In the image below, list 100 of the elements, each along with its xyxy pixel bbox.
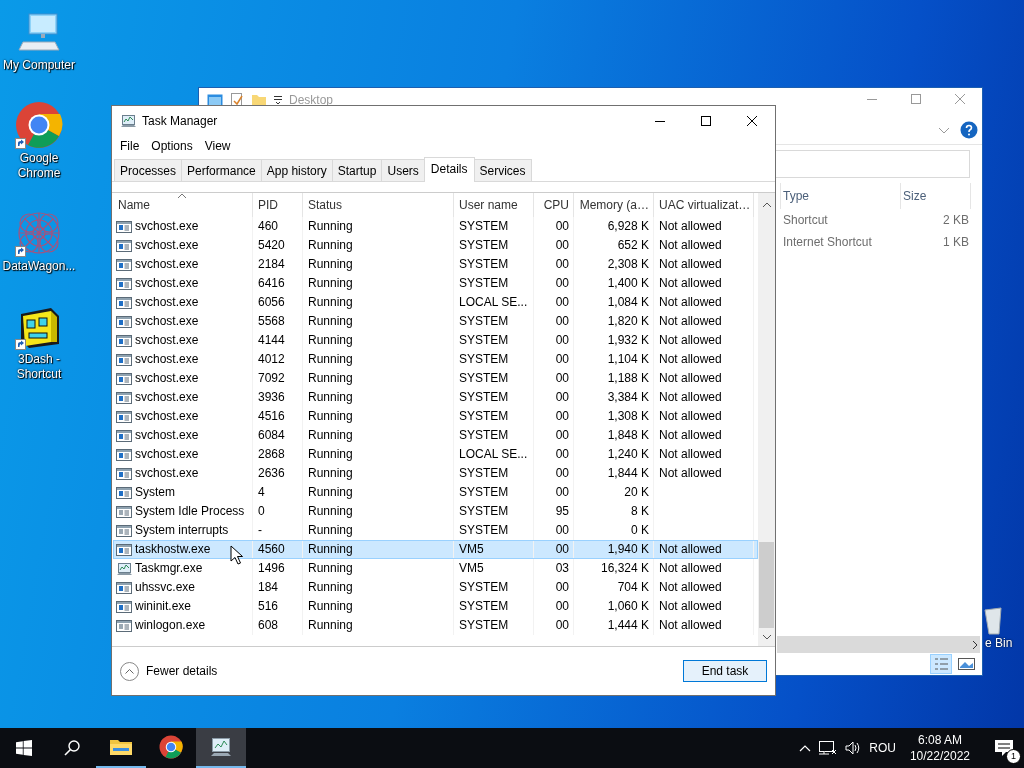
column-header[interactable]: UAC virtualizat… bbox=[654, 193, 754, 217]
process-row[interactable]: System 4 Running SYSTEM 00 20 K bbox=[113, 483, 759, 502]
table-cell: 00 bbox=[534, 616, 574, 635]
process-row[interactable]: svchost.exe 2184 Running SYSTEM 00 2,308 K Not allowed bbox=[113, 255, 759, 274]
network-icon[interactable] bbox=[819, 740, 838, 756]
table-cell: 4012 bbox=[253, 350, 303, 369]
fewer-details-link[interactable]: Fewer details bbox=[146, 664, 218, 678]
table-cell: Running bbox=[303, 331, 454, 350]
help-icon[interactable] bbox=[960, 121, 978, 139]
table-cell: 00 bbox=[534, 483, 574, 502]
process-row[interactable]: svchost.exe 6416 Running SYSTEM 00 1,400 K Not allowed bbox=[113, 274, 759, 293]
table-cell: Not allowed bbox=[654, 445, 754, 464]
table-cell: 6084 bbox=[253, 426, 303, 445]
process-row[interactable]: svchost.exe 6084 Running SYSTEM 00 1,848 K Not allowed bbox=[113, 426, 759, 445]
tab[interactable]: Services bbox=[473, 159, 532, 181]
process-row[interactable]: svchost.exe 6056 Running LOCAL SE... 00 1,084 K Not allowed bbox=[113, 293, 759, 312]
column-header[interactable]: Name bbox=[113, 193, 253, 217]
table-cell: 4560 bbox=[253, 540, 303, 559]
table-cell: 3936 bbox=[253, 388, 303, 407]
notification-icon[interactable] bbox=[994, 739, 1014, 757]
tab[interactable]: Processes bbox=[114, 159, 183, 181]
table-cell: Not allowed bbox=[654, 350, 754, 369]
table-cell: Running bbox=[303, 369, 454, 388]
process-row[interactable]: wininit.exe 516 Running SYSTEM 00 1,060 K Not allowed bbox=[113, 597, 759, 616]
table-cell: 3,384 K bbox=[574, 388, 654, 407]
table-cell: VM5 bbox=[454, 559, 534, 578]
process-row[interactable]: svchost.exe 5420 Running SYSTEM 00 652 K Not allowed bbox=[113, 236, 759, 255]
scroll-thumb[interactable] bbox=[759, 542, 774, 628]
end-task-button[interactable]: End task bbox=[683, 660, 767, 682]
column-header[interactable]: User name bbox=[454, 193, 534, 217]
process-row[interactable]: uhssvc.exe 184 Running SYSTEM 00 704 K Not allowed bbox=[113, 578, 759, 597]
process-name: svchost.exe bbox=[135, 294, 199, 311]
file-type: Shortcut bbox=[782, 212, 829, 229]
table-cell: Running bbox=[303, 464, 454, 483]
column-header[interactable]: Memory (a… bbox=[574, 193, 654, 217]
window-icon bbox=[116, 484, 132, 501]
process-row[interactable]: svchost.exe 460 Running SYSTEM 00 6,928 K Not allowed bbox=[113, 217, 759, 236]
menu-item[interactable]: View bbox=[198, 139, 237, 153]
notification-badge: 1 bbox=[1006, 749, 1021, 764]
process-row[interactable]: winlogon.exe 608 Running SYSTEM 00 1,444 K Not allowed bbox=[113, 616, 759, 635]
window-icon bbox=[116, 598, 132, 615]
process-row[interactable]: svchost.exe 2636 Running SYSTEM 00 1,844 K Not allowed bbox=[113, 464, 759, 483]
process-row[interactable]: svchost.exe 4144 Running SYSTEM 00 1,932 K Not allowed bbox=[113, 331, 759, 350]
column-header[interactable]: PID bbox=[253, 193, 303, 217]
tab[interactable]: Users bbox=[381, 159, 425, 181]
table-cell: 460 bbox=[253, 217, 303, 236]
volume-icon[interactable] bbox=[845, 740, 862, 756]
process-row[interactable]: svchost.exe 4012 Running SYSTEM 00 1,104 K Not allowed bbox=[113, 350, 759, 369]
table-cell: Not allowed bbox=[654, 217, 754, 236]
process-row[interactable]: svchost.exe 4516 Running SYSTEM 00 1,308 K Not allowed bbox=[113, 407, 759, 426]
table-cell: Not allowed bbox=[654, 274, 754, 293]
column-header[interactable]: CPU bbox=[534, 193, 574, 217]
tab[interactable]: Startup bbox=[331, 159, 383, 181]
table-cell: 00 bbox=[534, 369, 574, 388]
column-header[interactable]: Status bbox=[303, 193, 454, 217]
horizontal-scrollbar[interactable] bbox=[777, 636, 980, 653]
table-cell: 95 bbox=[534, 502, 574, 521]
folder-icon bbox=[251, 92, 267, 108]
file-size: 2 KB bbox=[942, 212, 970, 229]
process-name: svchost.exe bbox=[135, 256, 199, 273]
table-cell: Running bbox=[303, 616, 454, 635]
menu-item[interactable]: File bbox=[114, 139, 146, 153]
menu-item[interactable]: Options bbox=[145, 139, 199, 153]
table-cell: 516 bbox=[253, 597, 303, 616]
process-name: wininit.exe bbox=[135, 598, 192, 615]
column-header[interactable]: Type bbox=[781, 183, 901, 209]
vertical-scrollbar[interactable] bbox=[758, 193, 775, 646]
maximize-icon[interactable] bbox=[701, 115, 711, 126]
tab[interactable]: Performance bbox=[181, 159, 262, 181]
table-cell: Not allowed bbox=[654, 312, 754, 331]
search-field[interactable] bbox=[775, 150, 970, 178]
table-cell: Running bbox=[303, 293, 454, 312]
process-row[interactable]: svchost.exe 2868 Running LOCAL SE... 00 1,240 K Not allowed bbox=[113, 445, 759, 464]
process-row[interactable]: System Idle Process 0 Running SYSTEM 95 8 K bbox=[113, 502, 759, 521]
process-row[interactable]: svchost.exe 3936 Running SYSTEM 00 3,384 K Not allowed bbox=[113, 388, 759, 407]
collapse-icon[interactable] bbox=[120, 661, 139, 681]
chevron-up-icon[interactable] bbox=[799, 743, 812, 753]
scroll-down-icon bbox=[761, 634, 772, 640]
process-row[interactable]: svchost.exe 5568 Running SYSTEM 00 1,820 K Not allowed bbox=[113, 312, 759, 331]
desktop-icon-label[interactable]: e Bin bbox=[985, 636, 1013, 650]
column-header[interactable]: Size bbox=[901, 183, 971, 209]
table-cell: 00 bbox=[534, 578, 574, 597]
process-row[interactable]: svchost.exe 7092 Running SYSTEM 00 1,188 K Not allowed bbox=[113, 369, 759, 388]
table-cell: VM5 bbox=[454, 540, 534, 559]
input-language[interactable]: ROU bbox=[869, 741, 896, 755]
window-icon bbox=[116, 256, 132, 273]
scroll-up-icon bbox=[761, 202, 772, 208]
window-icon bbox=[116, 465, 132, 482]
process-name: uhssvc.exe bbox=[135, 579, 196, 596]
tab[interactable]: App history bbox=[260, 159, 333, 181]
table-cell: SYSTEM bbox=[454, 407, 534, 426]
table-cell: Running bbox=[303, 559, 454, 578]
tab[interactable]: Details bbox=[423, 157, 475, 182]
process-row[interactable]: taskhostw.exe 4560 Running VM5 00 1,940 K Not allowed bbox=[113, 540, 759, 559]
table-cell: Not allowed bbox=[654, 578, 754, 597]
table-cell: 1,932 K bbox=[574, 331, 654, 350]
close-icon[interactable] bbox=[747, 115, 757, 126]
dropdown-icon bbox=[273, 95, 283, 105]
table-cell: Not allowed bbox=[654, 597, 754, 616]
taskbar-app[interactable] bbox=[196, 728, 246, 768]
